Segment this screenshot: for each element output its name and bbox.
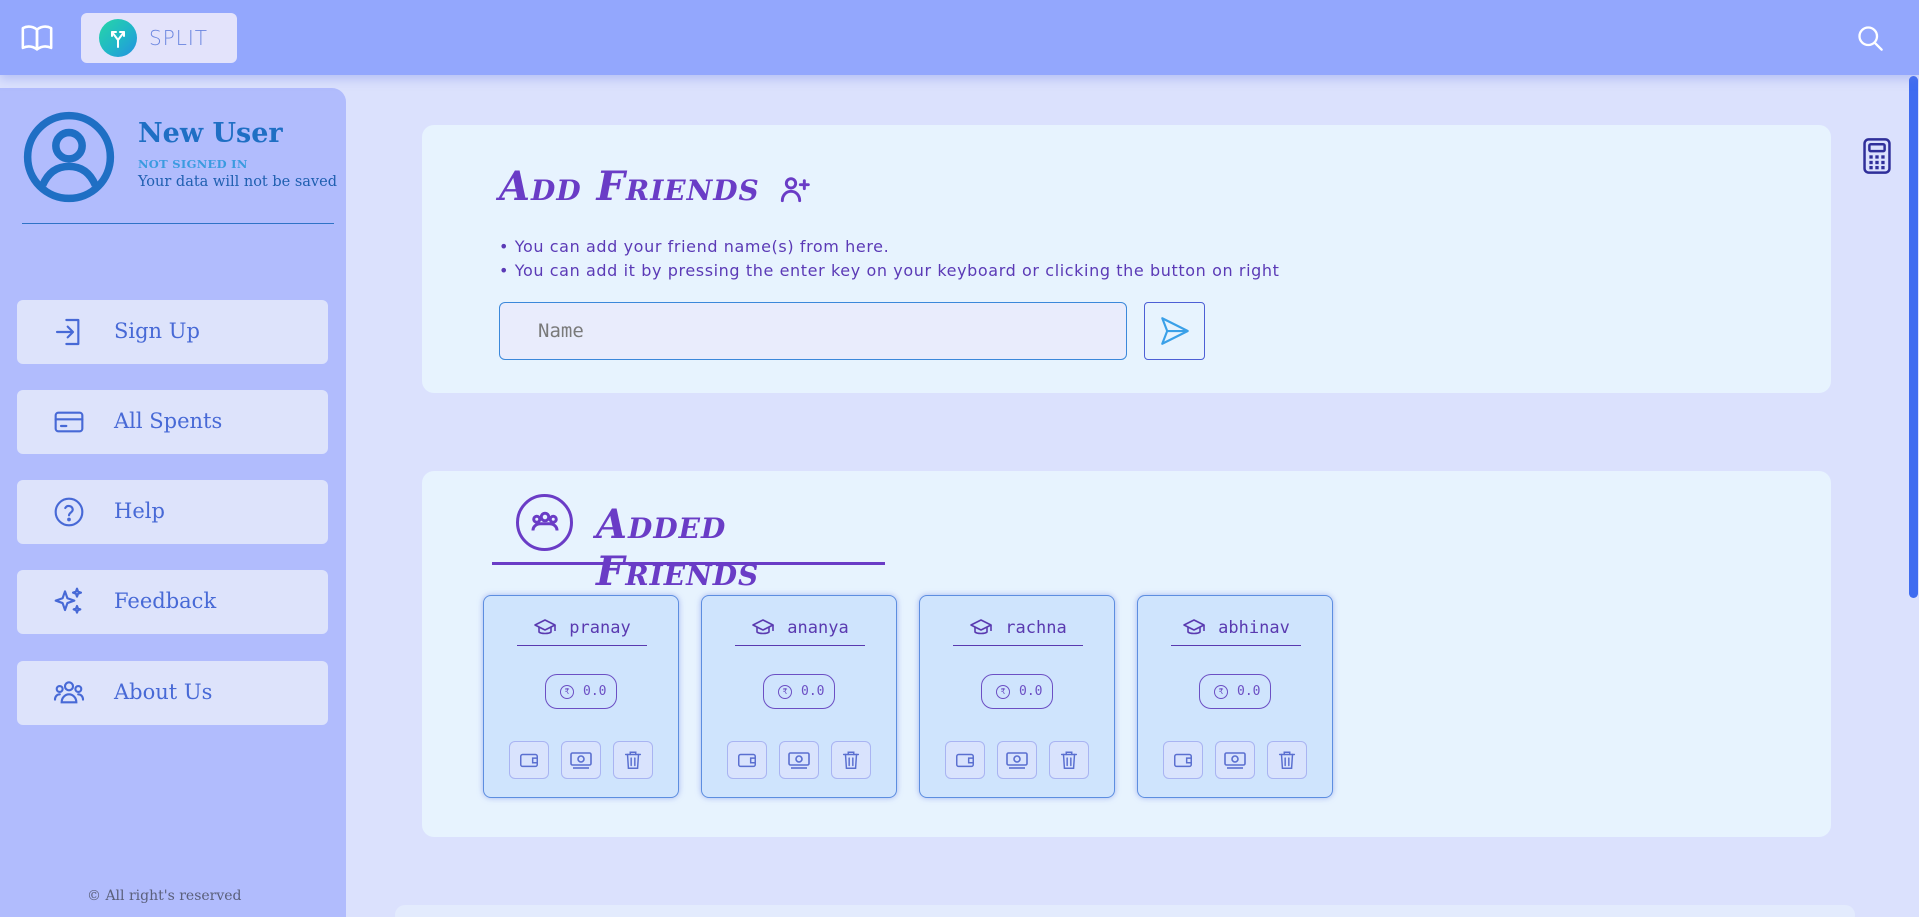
add-user-icon bbox=[780, 177, 810, 203]
user-status: NOT SIGNED IN bbox=[138, 157, 248, 171]
friend-card-header: ananya bbox=[735, 610, 865, 646]
split-logo-icon bbox=[99, 19, 137, 57]
graduation-cap-icon bbox=[752, 618, 775, 634]
footer-copyright: © All right's reserved bbox=[87, 888, 242, 904]
friend-card: pranay ₹ 0.0 bbox=[483, 595, 679, 798]
wallet-button[interactable] bbox=[945, 741, 985, 779]
help-icon bbox=[54, 497, 84, 527]
friend-card: rachna ₹ 0.0 bbox=[919, 595, 1115, 798]
sidebar-item-sign-up[interactable]: Sign Up bbox=[17, 300, 328, 364]
friend-amount: 0.0 bbox=[1019, 684, 1043, 699]
graduation-cap-icon bbox=[1183, 618, 1205, 634]
scrollbar-thumb[interactable] bbox=[1909, 76, 1918, 598]
friend-amount: 0.0 bbox=[801, 684, 825, 699]
trash-icon bbox=[842, 751, 860, 769]
friend-amount-field[interactable]: ₹ 0.0 bbox=[545, 674, 617, 709]
calculator-icon[interactable] bbox=[1863, 138, 1891, 174]
sidebar-item-label: Sign Up bbox=[114, 319, 200, 343]
add-friends-title-text: Add Friends bbox=[499, 163, 760, 210]
brand-name: SPLIT bbox=[149, 26, 209, 50]
cash-icon bbox=[788, 752, 810, 769]
friend-card: ananya ₹ 0.0 bbox=[701, 595, 897, 798]
user-avatar-icon bbox=[23, 111, 115, 203]
sidebar-item-label: All Spents bbox=[114, 409, 223, 433]
send-icon bbox=[1160, 317, 1189, 345]
cash-button[interactable] bbox=[561, 741, 601, 779]
friend-name: rachna bbox=[1005, 617, 1067, 638]
wallet-button[interactable] bbox=[1163, 741, 1203, 779]
friend-card-header: rachna bbox=[953, 610, 1083, 646]
trash-icon bbox=[1060, 751, 1078, 769]
brand-logo-button[interactable]: SPLIT bbox=[81, 13, 237, 63]
cash-icon bbox=[570, 752, 592, 769]
sidebar-item-feedback[interactable]: Feedback bbox=[17, 570, 328, 634]
friend-name-input[interactable] bbox=[499, 302, 1127, 360]
sidebar-item-label: About Us bbox=[114, 680, 213, 704]
wallet-button[interactable] bbox=[727, 741, 767, 779]
friend-name: ananya bbox=[787, 617, 849, 638]
friends-group-icon bbox=[516, 494, 573, 551]
cash-button[interactable] bbox=[1215, 741, 1255, 779]
friend-card-header: abhinav bbox=[1171, 610, 1301, 646]
rupee-icon: ₹ bbox=[560, 684, 574, 699]
sidebar-item-label: Help bbox=[114, 499, 165, 523]
friend-card: abhinav ₹ 0.0 bbox=[1137, 595, 1333, 798]
sidebar-item-label: Feedback bbox=[114, 589, 217, 613]
rupee-icon: ₹ bbox=[1214, 684, 1228, 699]
friend-amount-field[interactable]: ₹ 0.0 bbox=[981, 674, 1053, 709]
trash-icon bbox=[624, 751, 642, 769]
friend-amount-field[interactable]: ₹ 0.0 bbox=[1199, 674, 1271, 709]
delete-button[interactable] bbox=[1049, 741, 1089, 779]
friend-name: abhinav bbox=[1218, 617, 1290, 638]
instruction-line: • You can add it by pressing the enter k… bbox=[499, 261, 1280, 280]
rupee-icon: ₹ bbox=[996, 684, 1010, 699]
cash-icon bbox=[1006, 752, 1028, 769]
wallet-icon bbox=[520, 753, 538, 768]
cash-icon bbox=[1224, 752, 1246, 769]
added-friends-card: Added Friends pranay ₹ 0.0 ananya ₹ 0.0 bbox=[422, 471, 1831, 837]
friend-amount: 0.0 bbox=[583, 684, 607, 699]
top-bar: SPLIT bbox=[0, 0, 1919, 75]
graduation-cap-icon bbox=[970, 618, 993, 634]
add-friends-card: Add Friends • You can add your friend na… bbox=[422, 125, 1831, 393]
instruction-line: • You can add your friend name(s) from h… bbox=[499, 237, 890, 256]
rupee-icon: ₹ bbox=[778, 684, 792, 699]
added-friends-title: Added Friends bbox=[596, 501, 760, 595]
sidebar: New User NOT SIGNED IN Your data will no… bbox=[0, 88, 346, 917]
users-icon bbox=[53, 681, 85, 704]
delete-button[interactable] bbox=[613, 741, 653, 779]
added-friends-header: Added Friends bbox=[492, 493, 885, 595]
wallet-icon bbox=[1174, 753, 1192, 768]
friend-name: pranay bbox=[569, 617, 631, 638]
wallet-icon bbox=[956, 753, 974, 768]
friend-amount-field[interactable]: ₹ 0.0 bbox=[763, 674, 835, 709]
add-friends-title: Add Friends bbox=[499, 163, 811, 210]
graduation-cap-icon bbox=[534, 618, 557, 634]
next-section-card bbox=[395, 905, 1855, 917]
trash-icon bbox=[1278, 751, 1296, 769]
add-friend-send-button[interactable] bbox=[1144, 302, 1205, 360]
sidebar-item-about-us[interactable]: About Us bbox=[17, 661, 328, 725]
delete-button[interactable] bbox=[831, 741, 871, 779]
delete-button[interactable] bbox=[1267, 741, 1307, 779]
cash-button[interactable] bbox=[779, 741, 819, 779]
wallet-button[interactable] bbox=[509, 741, 549, 779]
sparkles-icon bbox=[54, 587, 83, 614]
sidebar-item-all-spents[interactable]: All Spents bbox=[17, 390, 328, 454]
cash-button[interactable] bbox=[997, 741, 1037, 779]
book-icon[interactable] bbox=[20, 21, 54, 55]
credit-card-icon bbox=[54, 411, 84, 433]
sidebar-divider bbox=[22, 223, 334, 224]
user-name: New User bbox=[138, 118, 283, 149]
sign-in-icon bbox=[55, 318, 80, 346]
friend-amount: 0.0 bbox=[1237, 684, 1261, 699]
user-note: Your data will not be saved bbox=[138, 174, 337, 190]
wallet-icon bbox=[738, 753, 756, 768]
sidebar-item-help[interactable]: Help bbox=[17, 480, 328, 544]
search-icon[interactable] bbox=[1856, 24, 1884, 52]
friend-card-header: pranay bbox=[517, 610, 647, 646]
